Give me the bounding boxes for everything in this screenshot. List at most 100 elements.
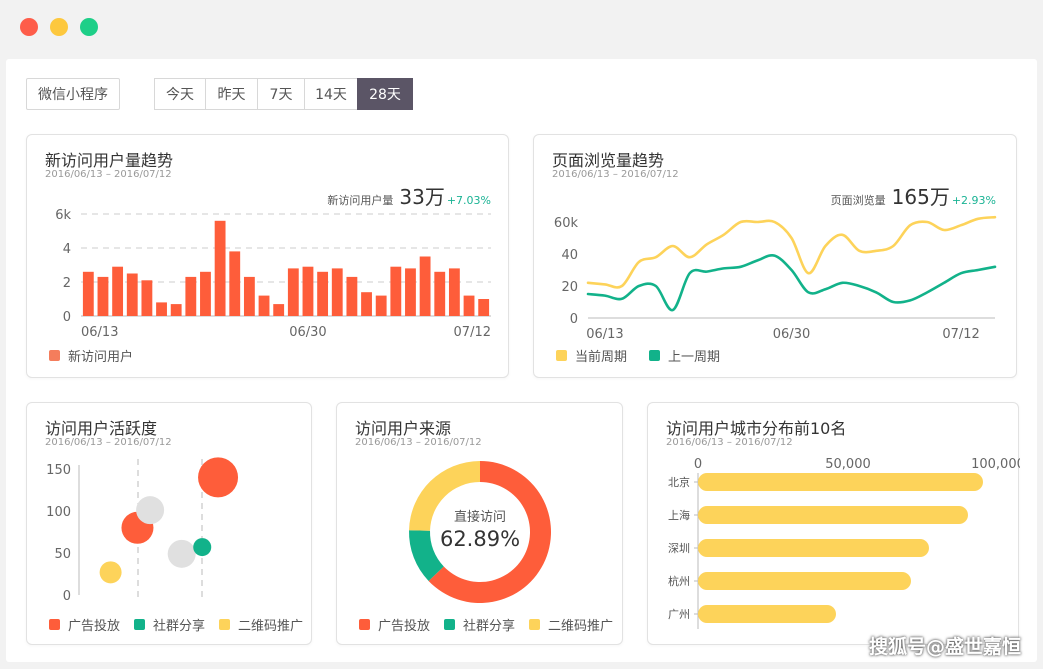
- bar: [82, 271, 94, 316]
- bar: [478, 299, 490, 316]
- bar: [346, 276, 358, 316]
- series-line: [586, 215, 997, 289]
- legend-item[interactable]: 二维码推广: [529, 615, 613, 634]
- x-tick-label: 07/12: [942, 327, 979, 342]
- legend-item[interactable]: 二维码推广: [219, 615, 303, 634]
- legend-item[interactable]: 上一周期: [649, 346, 720, 365]
- y-tick-label: 60k: [554, 216, 579, 231]
- legend-item[interactable]: 社群分享: [134, 615, 205, 634]
- cities-bar-chart: 0 50,000 100,000 北京上海深圳杭州广州: [668, 457, 1020, 629]
- bar: [156, 302, 167, 316]
- bar: [390, 266, 402, 316]
- bar: [361, 292, 372, 316]
- cities-card: 访问用户城市分布前10名 2016/06/13 – 2016/07/12 0 50…: [647, 402, 1020, 645]
- y-tick-label: 150: [46, 463, 71, 478]
- range-today-button[interactable]: 今天: [154, 78, 206, 110]
- bar: [331, 268, 343, 316]
- legend-swatch: [49, 619, 60, 630]
- bar: [698, 605, 836, 623]
- activity-card: 访问用户活跃度 2016/06/13 – 2016/07/12 0 50 100 15…: [26, 402, 312, 645]
- new-users-legend: 新访问用户: [49, 346, 133, 365]
- bar: [419, 256, 431, 316]
- range-28d-button[interactable]: 28天: [357, 78, 413, 110]
- bubble: [193, 538, 212, 557]
- legend-item[interactable]: 新访问用户: [49, 346, 133, 365]
- bar: [258, 295, 270, 316]
- legend-swatch: [556, 350, 567, 361]
- legend-item[interactable]: 当前周期: [556, 346, 627, 365]
- app-selector-button[interactable]: 微信小程序: [26, 78, 120, 110]
- y-tick-label: 100: [46, 505, 71, 520]
- legend-item[interactable]: 广告投放: [359, 615, 430, 634]
- bar: [405, 268, 416, 316]
- legend-label: 二维码推广: [238, 619, 304, 634]
- category-label: 杭州: [668, 574, 690, 588]
- bar: [126, 273, 138, 316]
- legend-label: 广告投放: [378, 619, 431, 634]
- bar: [698, 572, 911, 590]
- category-label: 深圳: [668, 542, 690, 555]
- bar: [243, 276, 255, 316]
- bar: [698, 506, 968, 524]
- date-range-group: 今天 昨天 7天 14天 28天: [154, 78, 413, 110]
- series-line: [586, 253, 997, 312]
- bar: [185, 276, 197, 316]
- legend-item[interactable]: 广告投放: [49, 615, 120, 634]
- bar: [317, 271, 329, 316]
- legend-label: 社群分享: [153, 619, 206, 634]
- x-tick-label: 06/13: [81, 325, 118, 340]
- legend-swatch: [529, 619, 541, 630]
- legend-label: 二维码推广: [548, 619, 614, 634]
- legend-item[interactable]: 社群分享: [444, 615, 515, 634]
- y-tick-label: 4: [63, 242, 71, 257]
- pageviews-card: 页面浏览量趋势 2016/06/13 – 2016/07/12 页面浏览量 165…: [533, 134, 1017, 378]
- range-14d-button[interactable]: 14天: [304, 78, 358, 110]
- new-users-bar-chart: 0 2 4 6k 06/13 06/30 07/12: [55, 208, 491, 340]
- y-tick-label: 40: [561, 248, 578, 263]
- bar: [200, 271, 211, 316]
- bubble: [99, 561, 122, 584]
- legend-swatch: [359, 619, 370, 630]
- window-controls: [20, 18, 98, 36]
- bar: [141, 280, 153, 316]
- bar: [698, 539, 929, 557]
- x-tick-label: 50,000: [825, 457, 871, 472]
- activity-legend: 广告投放 社群分享 二维码推广: [49, 615, 303, 634]
- x-tick-label: 100,000: [971, 457, 1020, 472]
- bar: [170, 304, 182, 316]
- bar: [112, 266, 124, 316]
- x-tick-label: 06/30: [289, 325, 326, 340]
- range-yesterday-button[interactable]: 昨天: [205, 78, 258, 110]
- bar: [302, 266, 314, 316]
- legend-swatch: [219, 619, 231, 630]
- window-maximize-icon[interactable]: [80, 18, 98, 36]
- bar: [229, 251, 241, 316]
- source-card: 访问用户来源 2016/06/13 – 2016/07/12 直接访问 62.8…: [336, 402, 623, 645]
- bubble: [136, 496, 165, 525]
- activity-bubble-chart: 0 50 100 150: [46, 457, 239, 604]
- y-tick-label: 6k: [55, 208, 71, 223]
- x-tick-label: 06/13: [586, 327, 623, 342]
- watermark: 搜狐号@盛世嘉恒: [868, 636, 1021, 658]
- legend-swatch: [444, 619, 456, 630]
- donut-center-label: 直接访问: [453, 510, 506, 525]
- y-tick-label: 0: [570, 312, 578, 327]
- category-label: 上海: [668, 508, 690, 522]
- window-minimize-icon[interactable]: [50, 18, 68, 36]
- legend-label: 上一周期: [668, 350, 721, 365]
- legend-swatch: [649, 350, 661, 361]
- bubble: [198, 457, 239, 498]
- y-tick-label: 2: [63, 276, 71, 291]
- range-7d-button[interactable]: 7天: [257, 78, 305, 110]
- pageviews-legend: 当前周期 上一周期: [556, 346, 720, 365]
- bar: [434, 271, 446, 316]
- bar: [448, 268, 460, 316]
- bar: [287, 268, 299, 316]
- legend-label: 当前周期: [575, 350, 628, 365]
- bar: [97, 276, 109, 316]
- x-tick-label: 07/12: [454, 325, 491, 340]
- window-close-icon[interactable]: [20, 18, 38, 36]
- legend-swatch: [134, 619, 146, 630]
- bubble: [167, 539, 196, 568]
- bar: [273, 304, 285, 316]
